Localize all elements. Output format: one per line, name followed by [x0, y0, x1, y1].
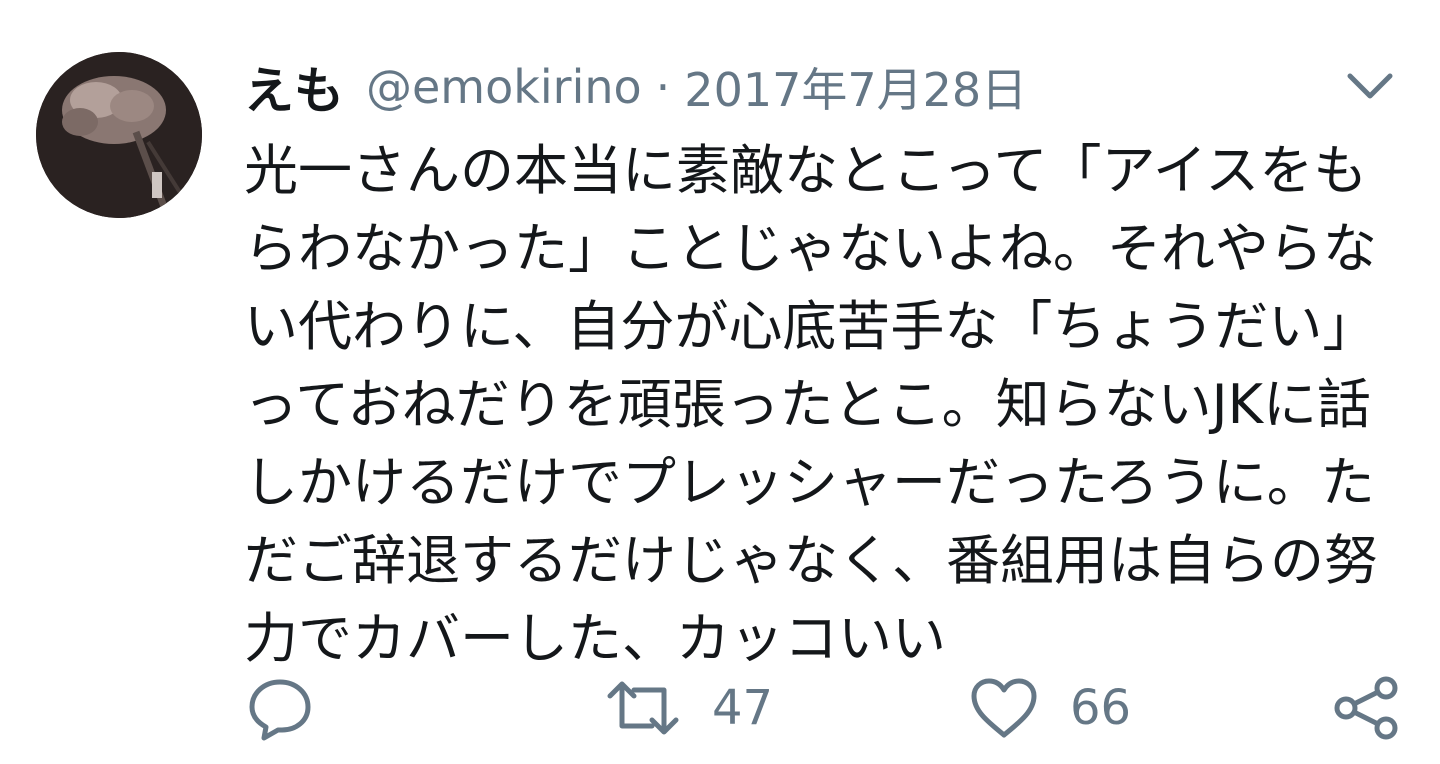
user-handle[interactable]: @emokirino — [366, 60, 642, 114]
tweet-text: 光一さんの本当に素敵なとこって「アイスをもらわなかった」ことじゃないよね。それや… — [244, 139, 1378, 670]
chevron-down-icon[interactable] — [1344, 66, 1396, 106]
retweet-button[interactable]: 47 — [604, 668, 773, 748]
tweet-header: えも @emokirino · 2017年7月28日 — [244, 52, 1027, 122]
retweet-icon — [604, 674, 682, 742]
retweet-count: 47 — [712, 680, 774, 736]
action-bar: 47 66 — [0, 668, 1440, 748]
avatar[interactable] — [36, 52, 202, 218]
avatar-image — [36, 52, 202, 218]
share-icon — [1332, 674, 1400, 742]
like-count: 66 — [1070, 680, 1132, 736]
heart-icon — [968, 675, 1040, 741]
separator: · — [655, 60, 671, 114]
speech-bubble-icon — [246, 674, 314, 742]
tweet-date[interactable]: 2017年7月28日 — [684, 54, 1027, 120]
reply-button[interactable] — [246, 668, 314, 748]
share-button[interactable] — [1332, 668, 1400, 748]
display-name[interactable]: えも — [244, 51, 344, 123]
like-button[interactable]: 66 — [968, 668, 1131, 748]
